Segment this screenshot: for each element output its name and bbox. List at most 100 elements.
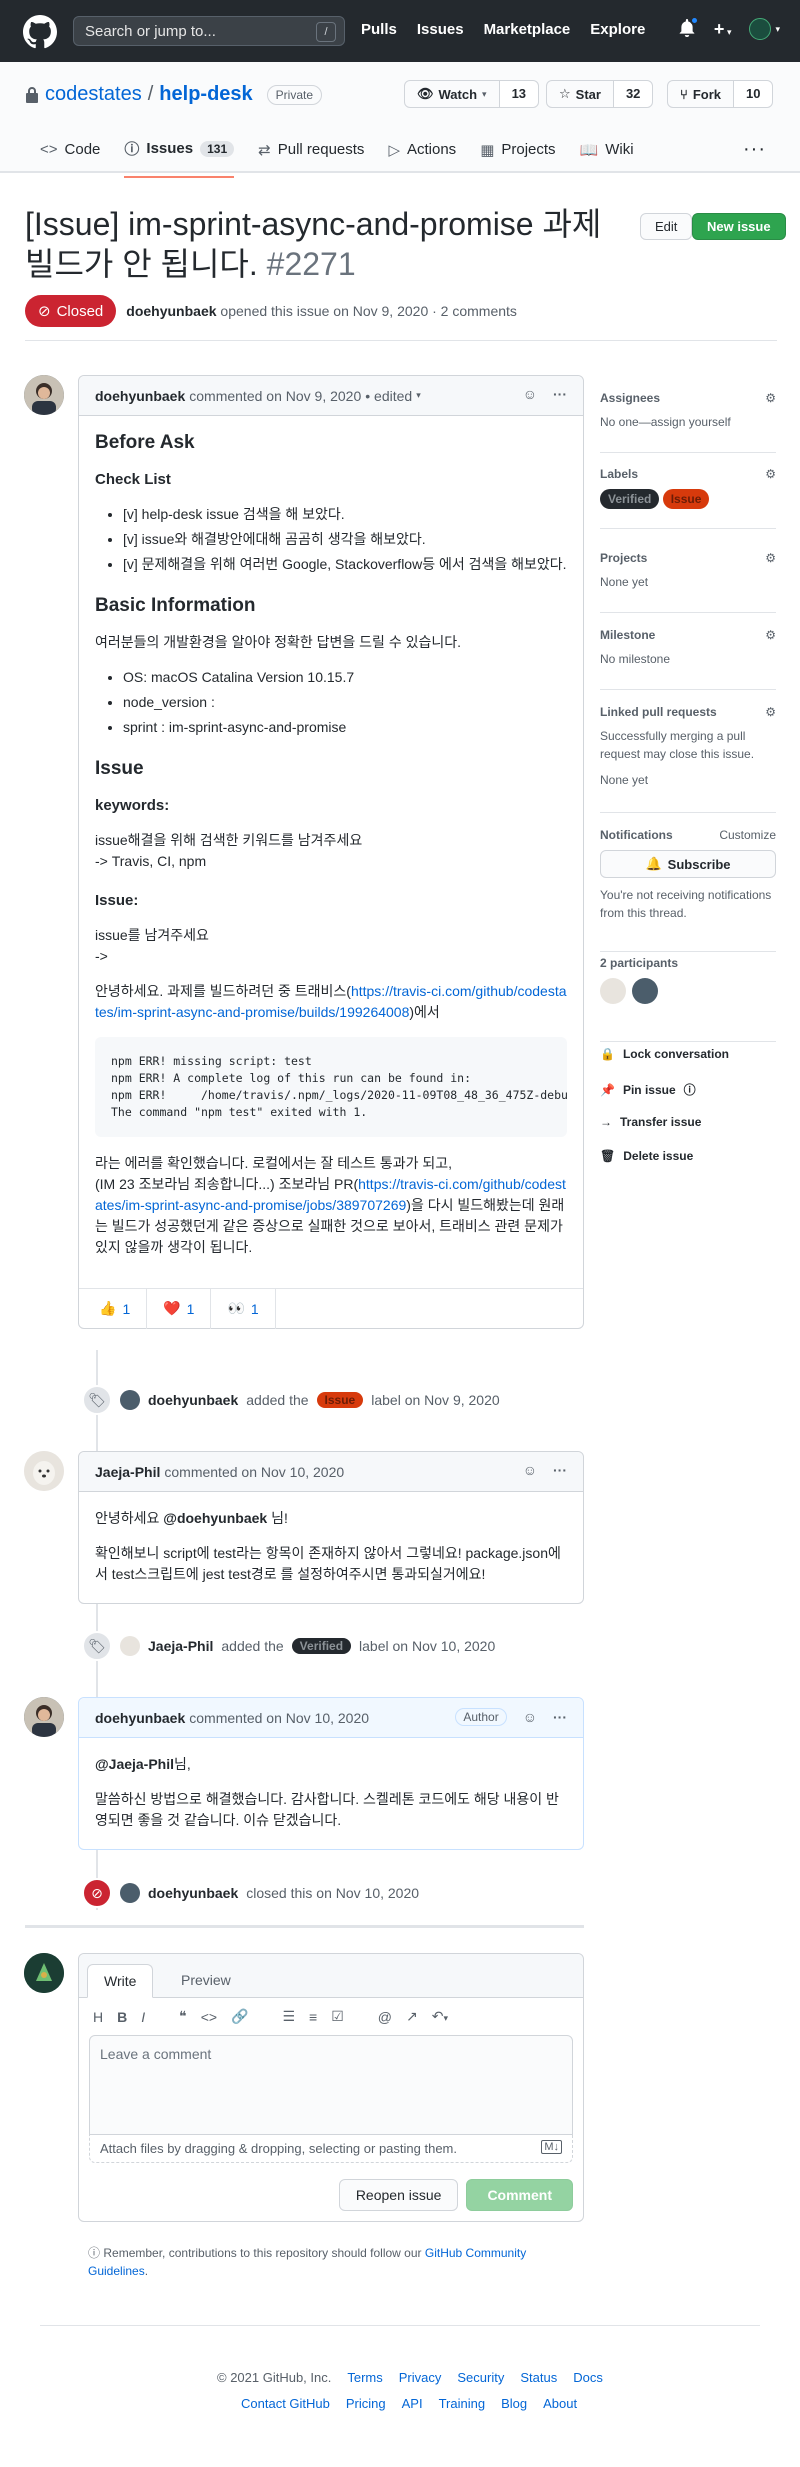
- footer-link-privacy[interactable]: Privacy: [399, 2370, 442, 2385]
- comment-timestamp[interactable]: commented on Nov 10, 2020: [164, 1464, 344, 1480]
- star-button[interactable]: ☆ Star: [547, 81, 614, 107]
- kebab-menu-icon[interactable]: ···: [553, 386, 567, 402]
- link-icon[interactable]: 🔗: [231, 2008, 248, 2025]
- footer-link-docs[interactable]: Docs: [573, 2370, 603, 2385]
- event-actor[interactable]: Jaeja-Phil: [148, 1638, 213, 1654]
- search-input[interactable]: Search or jump to... /: [73, 16, 345, 46]
- event-actor[interactable]: doehyunbaek: [148, 1885, 238, 1901]
- repo-name-link[interactable]: help-desk: [159, 83, 252, 106]
- footer-link-status[interactable]: Status: [520, 2370, 557, 2385]
- user-mention[interactable]: @doehyunbaek: [163, 1510, 267, 1526]
- global-header: Search or jump to... / Pulls Issues Mark…: [0, 0, 800, 62]
- avatar[interactable]: [24, 1451, 64, 1491]
- avatar[interactable]: [120, 1390, 140, 1410]
- gear-icon[interactable]: ⚙: [765, 391, 776, 405]
- tab-preview[interactable]: Preview: [165, 1964, 247, 1998]
- issue-author-link[interactable]: doehyunbaek: [126, 303, 216, 319]
- label-issue[interactable]: Issue: [316, 1392, 364, 1408]
- user-avatar-menu[interactable]: ▾: [749, 18, 780, 40]
- issue-title: [Issue] im-sprint-async-and-promise 과제 빌…: [25, 204, 625, 284]
- nav-marketplace[interactable]: Marketplace: [484, 21, 571, 38]
- footer-link-about[interactable]: About: [543, 2396, 577, 2411]
- new-issue-button[interactable]: New issue: [692, 213, 786, 240]
- reaction-heart[interactable]: ❤️ 1: [157, 1300, 200, 1317]
- comment-author[interactable]: Jaeja-Phil: [95, 1464, 160, 1480]
- github-logo-icon[interactable]: [23, 15, 57, 49]
- smiley-reaction-icon[interactable]: ☺: [523, 1709, 537, 1725]
- comment-author[interactable]: doehyunbaek: [95, 1710, 185, 1726]
- watch-count[interactable]: 13: [499, 81, 539, 107]
- edit-title-button[interactable]: Edit: [640, 213, 693, 240]
- subscribe-button[interactable]: 🔔 Subscribe: [600, 850, 776, 878]
- nav-pulls[interactable]: Pulls: [361, 21, 397, 38]
- gear-icon[interactable]: ⚙: [765, 628, 776, 642]
- ordered-list-icon[interactable]: ≡: [309, 2009, 317, 2025]
- gear-icon[interactable]: ⚙: [765, 467, 776, 481]
- more-tabs-kebab-icon[interactable]: ···: [743, 138, 766, 161]
- avatar[interactable]: [600, 978, 626, 1004]
- lock-conversation-action[interactable]: 🔒 Lock conversation: [600, 1047, 729, 1061]
- task-list-icon[interactable]: ☑: [331, 2008, 344, 2025]
- gear-icon[interactable]: ⚙: [765, 705, 776, 719]
- customize-link[interactable]: Customize: [719, 828, 776, 842]
- unordered-list-icon[interactable]: ☰: [282, 2008, 295, 2025]
- footer-link-pricing[interactable]: Pricing: [346, 2396, 386, 2411]
- reaction-eyes[interactable]: 👀 1: [221, 1300, 264, 1317]
- footer-link-contact[interactable]: Contact GitHub: [241, 2396, 330, 2411]
- italic-icon[interactable]: I: [141, 2009, 145, 2025]
- event-actor[interactable]: doehyunbaek: [148, 1392, 238, 1408]
- gear-icon[interactable]: ⚙: [765, 551, 776, 565]
- kebab-menu-icon[interactable]: ···: [553, 1709, 567, 1725]
- fork-count[interactable]: 10: [733, 81, 773, 107]
- info-icon[interactable]: ⓘ: [684, 1081, 696, 1098]
- comment-timestamp[interactable]: commented on Nov 10, 2020: [189, 1710, 369, 1726]
- footer-link-terms[interactable]: Terms: [347, 2370, 382, 2385]
- bold-icon[interactable]: B: [117, 2009, 127, 2025]
- footer-link-api[interactable]: API: [402, 2396, 423, 2411]
- star-count[interactable]: 32: [613, 81, 653, 107]
- avatar[interactable]: [24, 1697, 64, 1737]
- watch-button[interactable]: 👁 Watch ▾: [405, 81, 500, 107]
- nav-explore[interactable]: Explore: [590, 21, 645, 38]
- avatar[interactable]: [24, 1953, 64, 1993]
- repo-owner-link[interactable]: codestates: [45, 83, 142, 106]
- edited-dropdown[interactable]: • edited: [365, 388, 412, 404]
- comment-timestamp[interactable]: commented on Nov 9, 2020: [189, 388, 361, 404]
- avatar[interactable]: [120, 1636, 140, 1656]
- smiley-reaction-icon[interactable]: ☺: [523, 386, 537, 402]
- fork-button[interactable]: ⑂ Fork: [668, 81, 734, 107]
- user-mention[interactable]: @Jaeja-Phil: [95, 1756, 174, 1772]
- label-verified[interactable]: Verified: [291, 1638, 352, 1654]
- reply-icon[interactable]: ↶▾: [432, 2008, 448, 2025]
- pin-issue-action[interactable]: 📌 Pin issue ⓘ: [600, 1081, 696, 1098]
- label-issue[interactable]: Issue: [662, 489, 710, 509]
- avatar[interactable]: [24, 375, 64, 415]
- reopen-issue-button[interactable]: Reopen issue: [338, 2179, 459, 2211]
- code-icon[interactable]: <>: [201, 2009, 217, 2025]
- comment-button[interactable]: Comment: [466, 2179, 573, 2211]
- tab-write[interactable]: Write: [87, 1964, 154, 1998]
- quote-icon[interactable]: ❝: [179, 2008, 187, 2025]
- label-verified[interactable]: Verified: [600, 489, 660, 509]
- comment-author[interactable]: doehyunbaek: [95, 388, 185, 404]
- kebab-menu-icon[interactable]: ···: [553, 1462, 567, 1478]
- smiley-reaction-icon[interactable]: ☺: [523, 1462, 537, 1478]
- mention-icon[interactable]: @: [378, 2009, 392, 2025]
- avatar[interactable]: [632, 978, 658, 1004]
- reaction-thumbs-up[interactable]: 👍 1: [93, 1300, 136, 1317]
- footer-link-security[interactable]: Security: [457, 2370, 504, 2385]
- sidebar-title: Linked pull requests: [600, 705, 717, 719]
- attach-files-area[interactable]: Attach files by dragging & dropping, sel…: [89, 2135, 573, 2163]
- transfer-issue-action[interactable]: → Transfer issue: [600, 1115, 701, 1129]
- footer-link-blog[interactable]: Blog: [501, 2396, 527, 2411]
- assign-yourself-link[interactable]: No one—assign yourself: [600, 413, 776, 431]
- comment-textarea[interactable]: Leave a comment: [89, 2035, 573, 2135]
- heading-icon[interactable]: H: [93, 2009, 103, 2025]
- delete-issue-action[interactable]: 🗑 Delete issue: [600, 1149, 693, 1163]
- nav-issues[interactable]: Issues: [417, 21, 464, 38]
- footer-link-training[interactable]: Training: [439, 2396, 485, 2411]
- avatar[interactable]: [120, 1883, 140, 1903]
- cross-reference-icon[interactable]: ↗: [406, 2008, 418, 2025]
- notifications-bell-icon[interactable]: [678, 15, 699, 40]
- create-new-plus-icon[interactable]: + ▾: [714, 19, 732, 40]
